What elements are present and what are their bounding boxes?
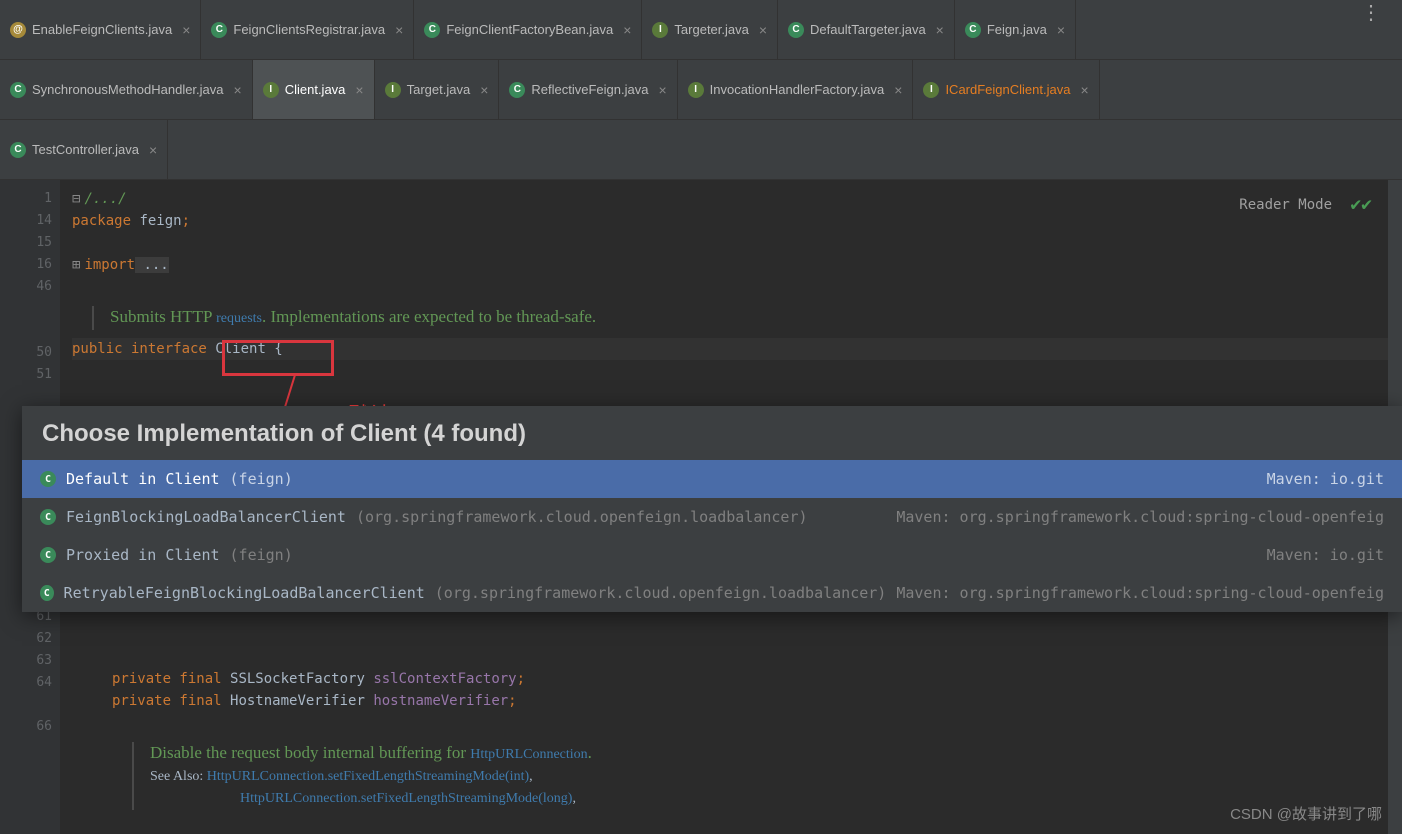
popup-item[interactable]: C Proxied in Client (feign) Maven: io.gi…	[22, 536, 1402, 574]
class-icon: C	[10, 82, 26, 98]
close-icon[interactable]: ×	[623, 22, 631, 38]
fold-icon[interactable]: ⊟	[72, 191, 80, 207]
interface-icon: I	[385, 82, 401, 98]
code-comment: /.../	[84, 191, 126, 207]
close-icon[interactable]: ×	[355, 82, 363, 98]
class-icon: C	[424, 22, 440, 38]
popup-item[interactable]: C FeignBlockingLoadBalancerClient (org.s…	[22, 498, 1402, 536]
javadoc-block: Disable the request body internal buffer…	[132, 742, 1402, 810]
tab-enablefeignclients[interactable]: @EnableFeignClients.java×	[0, 0, 201, 59]
fold-icon[interactable]: ⊞	[72, 257, 80, 273]
close-icon[interactable]: ×	[1057, 22, 1065, 38]
class-icon: C	[509, 82, 525, 98]
inspection-ok-icon[interactable]: ✔✔	[1350, 194, 1372, 216]
close-icon[interactable]: ×	[234, 82, 242, 98]
tab-feignclientfactorybean[interactable]: CFeignClientFactoryBean.java×	[414, 0, 642, 59]
close-icon[interactable]: ×	[182, 22, 190, 38]
reader-mode-toggle[interactable]: Reader Mode	[1239, 194, 1332, 216]
tab-bar-1: @EnableFeignClients.java× CFeignClientsR…	[0, 0, 1402, 60]
tab-feignclientsregistrar[interactable]: CFeignClientsRegistrar.java×	[201, 0, 414, 59]
interface-icon: I	[652, 22, 668, 38]
interface-icon: I	[688, 82, 704, 98]
tab-defaulttargeter[interactable]: CDefaultTargeter.java×	[778, 0, 955, 59]
close-icon[interactable]: ×	[149, 142, 157, 158]
class-icon: C	[211, 22, 227, 38]
popup-title: Choose Implementation of Client (4 found…	[22, 406, 1402, 460]
tab-targeter[interactable]: ITargeter.java×	[642, 0, 778, 59]
interface-name: Client	[215, 341, 266, 357]
tab-bar-2: CSynchronousMethodHandler.java× IClient.…	[0, 60, 1402, 120]
implementation-popup: Choose Implementation of Client (4 found…	[22, 406, 1402, 612]
watermark: CSDN @故事讲到了哪	[1230, 803, 1382, 824]
popup-list: C Default in Client (feign) Maven: io.gi…	[22, 460, 1402, 612]
popup-item[interactable]: C Default in Client (feign) Maven: io.gi…	[22, 460, 1402, 498]
tab-reflectivefeign[interactable]: CReflectiveFeign.java×	[499, 60, 677, 119]
tab-bar-3: CTestController.java×	[0, 120, 1402, 180]
popup-item[interactable]: C RetryableFeignBlockingLoadBalancerClie…	[22, 574, 1402, 612]
class-icon: C	[10, 142, 26, 158]
close-icon[interactable]: ×	[894, 82, 902, 98]
interface-icon: I	[923, 82, 939, 98]
javadoc-block: Submits HTTP requests. Implementations a…	[92, 306, 1402, 330]
close-icon[interactable]: ×	[395, 22, 403, 38]
close-icon[interactable]: ×	[936, 22, 944, 38]
class-icon: C	[788, 22, 804, 38]
tab-testcontroller[interactable]: CTestController.java×	[0, 120, 168, 179]
tab-invocationhandlerfactory[interactable]: IInvocationHandlerFactory.java×	[678, 60, 914, 119]
tab-overflow-menu[interactable]: ⋮	[1341, 0, 1402, 59]
tab-feign[interactable]: CFeign.java×	[955, 0, 1076, 59]
class-icon: C	[40, 471, 56, 487]
annotation-icon: @	[10, 22, 26, 38]
tab-target[interactable]: ITarget.java×	[375, 60, 500, 119]
class-icon: C	[965, 22, 981, 38]
tab-client[interactable]: IClient.java×	[253, 60, 375, 119]
tab-icardfeignclient[interactable]: IICardFeignClient.java×	[913, 60, 1099, 119]
tab-synchronousmethodhandler[interactable]: CSynchronousMethodHandler.java×	[0, 60, 253, 119]
class-icon: C	[40, 547, 56, 563]
close-icon[interactable]: ×	[1080, 82, 1088, 98]
close-icon[interactable]: ×	[480, 82, 488, 98]
close-icon[interactable]: ×	[759, 22, 767, 38]
interface-icon: I	[263, 82, 279, 98]
close-icon[interactable]: ×	[658, 82, 666, 98]
class-icon: C	[40, 509, 56, 525]
class-icon: C	[40, 585, 54, 601]
